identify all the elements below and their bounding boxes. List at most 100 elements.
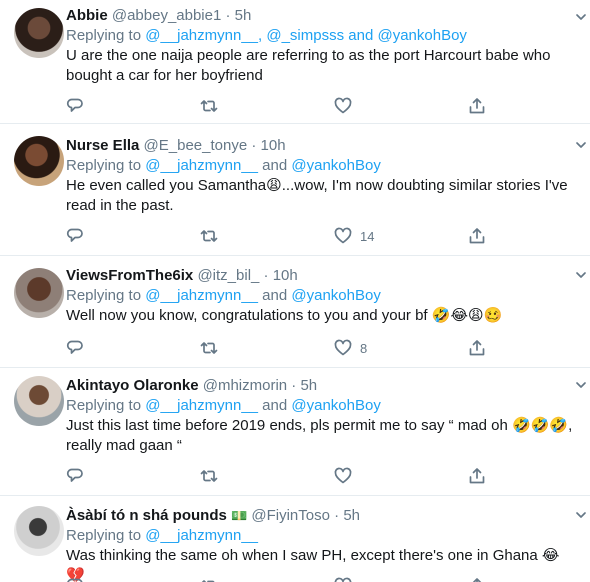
retweet-button[interactable] bbox=[200, 576, 218, 582]
tweet-text-line: read in the past. bbox=[66, 197, 174, 214]
chevron-down-icon[interactable] bbox=[574, 378, 588, 392]
timestamp[interactable]: 5h bbox=[300, 377, 317, 394]
separator-dot: · bbox=[334, 507, 340, 524]
avatar[interactable] bbox=[14, 8, 64, 58]
user-handle[interactable]: @mhizmorin bbox=[203, 377, 287, 394]
tweet-text-line: bought a car for her boyfriend bbox=[66, 67, 263, 84]
retweet-icon bbox=[200, 100, 218, 112]
retweet-button[interactable] bbox=[200, 96, 218, 116]
mention-link[interactable]: @__jahzmynn__ bbox=[145, 27, 258, 44]
timestamp[interactable]: 5h bbox=[235, 7, 252, 24]
avatar[interactable] bbox=[14, 136, 64, 186]
chevron-down-icon[interactable] bbox=[574, 508, 588, 522]
timestamp[interactable]: 10h bbox=[261, 137, 286, 154]
reply-icon bbox=[66, 468, 83, 482]
tweet-text: He even called you Samantha😩...wow, I'm … bbox=[66, 176, 576, 216]
chevron-down-icon[interactable] bbox=[574, 138, 588, 152]
timestamp[interactable]: 5h bbox=[343, 507, 360, 524]
like-button[interactable] bbox=[334, 576, 360, 582]
replying-label: Replying to bbox=[66, 27, 146, 44]
retweet-icon bbox=[200, 230, 218, 242]
like-button[interactable] bbox=[334, 96, 360, 116]
like-button[interactable]: 8 bbox=[334, 338, 367, 358]
tweet-text: Well now you know, congratulations to yo… bbox=[66, 306, 576, 326]
share-button[interactable] bbox=[468, 576, 486, 582]
retweet-icon bbox=[200, 470, 218, 482]
like-button[interactable] bbox=[334, 466, 360, 486]
mention-link[interactable]: @yankohBoy bbox=[291, 287, 380, 304]
mention-link[interactable]: @yankohBoy bbox=[291, 157, 380, 174]
user-handle[interactable]: @FiyinToso bbox=[251, 507, 330, 524]
share-button[interactable] bbox=[468, 338, 486, 358]
share-icon bbox=[469, 340, 485, 356]
replying-to: Replying to @__jahzmynn__ bbox=[66, 526, 576, 546]
tweet-actions bbox=[66, 96, 506, 116]
mention-link[interactable]: @__jahzmynn__ bbox=[145, 397, 258, 414]
avatar[interactable] bbox=[14, 268, 64, 318]
reply-button[interactable] bbox=[66, 338, 84, 358]
retweet-button[interactable] bbox=[200, 226, 218, 246]
share-button[interactable] bbox=[468, 96, 486, 116]
mention-link[interactable]: @__jahzmynn__ bbox=[145, 287, 258, 304]
mention-link[interactable]: @__jahzmynn__ bbox=[145, 527, 258, 544]
tweet[interactable]: ViewsFromThe6ix @itz_bil_ · 10h Replying… bbox=[0, 256, 590, 368]
user-handle[interactable]: @abbey_abbie1 bbox=[112, 7, 221, 24]
separator-dot: · bbox=[225, 7, 231, 24]
retweet-button[interactable] bbox=[200, 466, 218, 486]
reply-icon bbox=[66, 228, 83, 242]
user-handle[interactable]: @itz_bil_ bbox=[197, 267, 259, 284]
share-button[interactable] bbox=[468, 466, 486, 486]
reply-button[interactable] bbox=[66, 576, 84, 582]
tweet-text-line: Well now you know, congratulations to yo… bbox=[66, 307, 503, 324]
tweet-text-line: really mad gaan “ bbox=[66, 437, 182, 454]
chevron-down-icon[interactable] bbox=[574, 10, 588, 24]
tweet-actions bbox=[66, 576, 506, 582]
tweet[interactable]: Akintayo Olaronke @mhizmorin · 5h Replyi… bbox=[0, 368, 590, 496]
share-icon bbox=[469, 228, 485, 244]
tweet-header: Abbie @abbey_abbie1 · 5h bbox=[66, 6, 576, 26]
tweet-header: ViewsFromThe6ix @itz_bil_ · 10h bbox=[66, 266, 576, 286]
replying-to: Replying to @__jahzmynn__ and @yankohBoy bbox=[66, 396, 576, 416]
tweet-text-line: U are the one naija people are referring… bbox=[66, 47, 551, 64]
tweet-header: Nurse Ella @E_bee_tonye · 10h bbox=[66, 136, 576, 156]
replying-label: Replying to bbox=[66, 397, 146, 414]
display-name[interactable]: Nurse Ella bbox=[66, 137, 139, 154]
like-icon bbox=[334, 467, 352, 484]
display-name[interactable]: Abbie bbox=[66, 7, 108, 24]
tweet-actions bbox=[66, 466, 506, 486]
reply-icon bbox=[66, 340, 83, 354]
display-name[interactable]: ViewsFromThe6ix bbox=[66, 267, 193, 284]
tweet-text: U are the one naija people are referring… bbox=[66, 46, 576, 86]
chevron-down-icon[interactable] bbox=[574, 268, 588, 282]
avatar[interactable] bbox=[14, 506, 64, 556]
tweet-header: Àsàbí tó n shá pounds 💵 @FiyinToso · 5h bbox=[66, 506, 576, 526]
mention-link[interactable]: @yankohBoy bbox=[377, 27, 466, 44]
user-handle[interactable]: @E_bee_tonye bbox=[144, 137, 248, 154]
tweet[interactable]: Abbie @abbey_abbie1 · 5h Replying to @__… bbox=[0, 0, 590, 124]
mention-separator: and bbox=[344, 27, 378, 44]
replying-to: Replying to @__jahzmynn__ and @yankohBoy bbox=[66, 156, 576, 176]
tweet-text: Just this last time before 2019 ends, pl… bbox=[66, 416, 576, 456]
share-button[interactable] bbox=[468, 226, 486, 246]
tweet[interactable]: Nurse Ella @E_bee_tonye · 10h Replying t… bbox=[0, 124, 590, 256]
retweet-icon bbox=[200, 342, 218, 354]
like-icon bbox=[334, 227, 352, 244]
like-icon bbox=[334, 97, 352, 114]
reply-button[interactable] bbox=[66, 466, 84, 486]
share-icon bbox=[469, 98, 485, 114]
share-icon bbox=[472, 578, 482, 582]
retweet-button[interactable] bbox=[200, 338, 218, 358]
reply-button[interactable] bbox=[66, 96, 84, 116]
mention-link[interactable]: @yankohBoy bbox=[291, 397, 380, 414]
timestamp[interactable]: 10h bbox=[273, 267, 298, 284]
reply-button[interactable] bbox=[66, 226, 84, 246]
mention-link[interactable]: @__jahzmynn__ bbox=[145, 157, 258, 174]
mention-separator: and bbox=[258, 397, 292, 414]
tweet[interactable]: Àsàbí tó n shá pounds 💵 @FiyinToso · 5h … bbox=[0, 496, 590, 582]
avatar[interactable] bbox=[14, 376, 64, 426]
like-button[interactable]: 14 bbox=[334, 226, 374, 246]
display-name[interactable]: Akintayo Olaronke bbox=[66, 377, 199, 394]
mention-link[interactable]: @_simpsss bbox=[266, 27, 344, 44]
display-name[interactable]: Àsàbí tó n shá pounds bbox=[66, 507, 227, 524]
separator-dot: · bbox=[251, 137, 257, 154]
